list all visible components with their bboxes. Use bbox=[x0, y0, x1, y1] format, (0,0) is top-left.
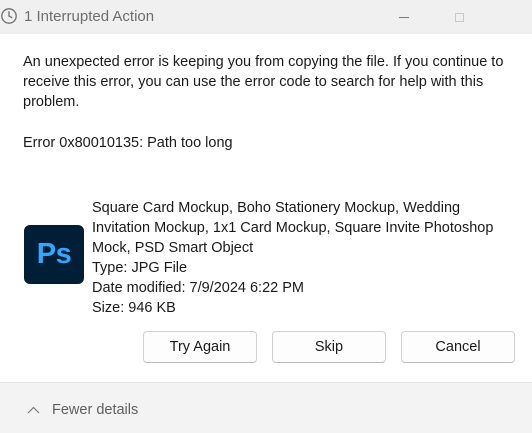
maximize-button[interactable] bbox=[436, 0, 482, 34]
window-title: 1 Interrupted Action bbox=[24, 8, 155, 25]
try-again-button[interactable]: Try Again bbox=[143, 331, 257, 363]
file-name: Square Card Mockup, Boho Stationery Mock… bbox=[92, 200, 494, 256]
title-bar[interactable]: 1 Interrupted Action bbox=[0, 0, 532, 34]
photoshop-file-icon: Ps bbox=[24, 225, 84, 284]
chevron-up-icon bbox=[27, 406, 40, 414]
cancel-button[interactable]: Cancel bbox=[401, 331, 515, 363]
photoshop-icon-text: Ps bbox=[36, 238, 72, 270]
maximize-icon bbox=[454, 12, 464, 22]
fewer-details-toggle[interactable]: Fewer details bbox=[27, 402, 138, 418]
error-message: An unexpected error is keeping you from … bbox=[23, 54, 504, 110]
error-dialog-window: 1 Interrupted Action An unexpected error… bbox=[0, 0, 532, 433]
skip-button[interactable]: Skip bbox=[272, 331, 386, 363]
file-date-modified: Date modified: 7/9/2024 6:22 PM bbox=[92, 280, 304, 296]
fewer-details-label: Fewer details bbox=[52, 402, 139, 418]
file-size: Size: 946 KB bbox=[92, 300, 176, 316]
minimize-button[interactable] bbox=[381, 0, 427, 34]
minimize-icon bbox=[399, 16, 409, 18]
error-code-text: Error 0x80010135: Path too long bbox=[23, 135, 233, 151]
clock-icon bbox=[1, 8, 17, 24]
file-details: Square Card Mockup, Boho Stationery Mock… bbox=[92, 198, 512, 318]
file-type: Type: JPG File bbox=[92, 260, 188, 276]
